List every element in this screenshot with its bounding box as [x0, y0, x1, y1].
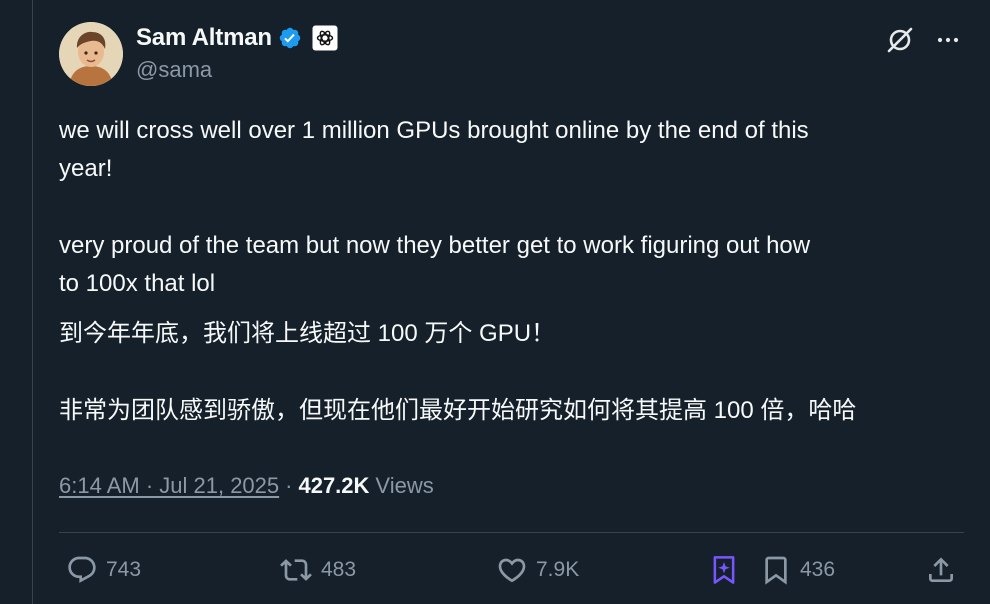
bookmark-icon: [765, 556, 787, 585]
tweet-text-paragraph: we will cross well over 1 million GPUs b…: [59, 117, 809, 182]
repost-count: 483: [321, 558, 357, 581]
repost-icon: [280, 559, 312, 581]
tweet-text-translation: 非常为团队感到骄傲，但现在他们最好开始研究如何将其提高 100 倍，哈哈: [59, 397, 857, 424]
repost-button[interactable]: 483: [279, 552, 356, 588]
grok-analyze-button[interactable]: [710, 552, 738, 588]
avatar-illustration: [59, 22, 123, 86]
share-icon: [929, 557, 953, 582]
more-options-icon[interactable]: [932, 24, 964, 56]
author-name[interactable]: Sam Altman: [136, 24, 272, 52]
bookmark-button[interactable]: 436: [760, 552, 835, 588]
tweet-header-actions: [884, 24, 964, 56]
share-button[interactable]: [925, 552, 957, 588]
tweet-text-paragraph: very proud of the team but now they bett…: [59, 232, 811, 297]
tweet-timestamp[interactable]: 6:14 AM · Jul 21, 2025: [59, 473, 279, 499]
tweet-text-translation: 到今年年底，我们将上线超过 100 万个 GPU！: [59, 320, 556, 347]
views-count[interactable]: 427.2K: [298, 473, 369, 499]
author-handle[interactable]: @sama: [136, 57, 212, 83]
reply-count: 743: [106, 558, 142, 581]
heart-icon: [498, 558, 526, 583]
reply-button[interactable]: 743: [66, 552, 141, 588]
openai-affiliation-icon[interactable]: [312, 25, 338, 51]
like-button[interactable]: 7.9K: [496, 552, 579, 588]
tweet-meta: 6:14 AM · Jul 21, 2025 · 427.2K Views: [59, 473, 434, 499]
reply-icon: [68, 556, 96, 583]
grok-bookmark-icon: [713, 556, 735, 584]
avatar[interactable]: [59, 22, 123, 86]
views-label: Views: [375, 473, 434, 498]
bookmark-count: 436: [800, 558, 836, 581]
author-row: Sam Altman: [136, 22, 338, 54]
grok-icon[interactable]: [884, 24, 916, 56]
like-count: 7.9K: [536, 558, 580, 581]
verified-badge-icon[interactable]: [278, 26, 302, 50]
divider: [59, 532, 964, 533]
meta-separator: ·: [285, 473, 293, 498]
